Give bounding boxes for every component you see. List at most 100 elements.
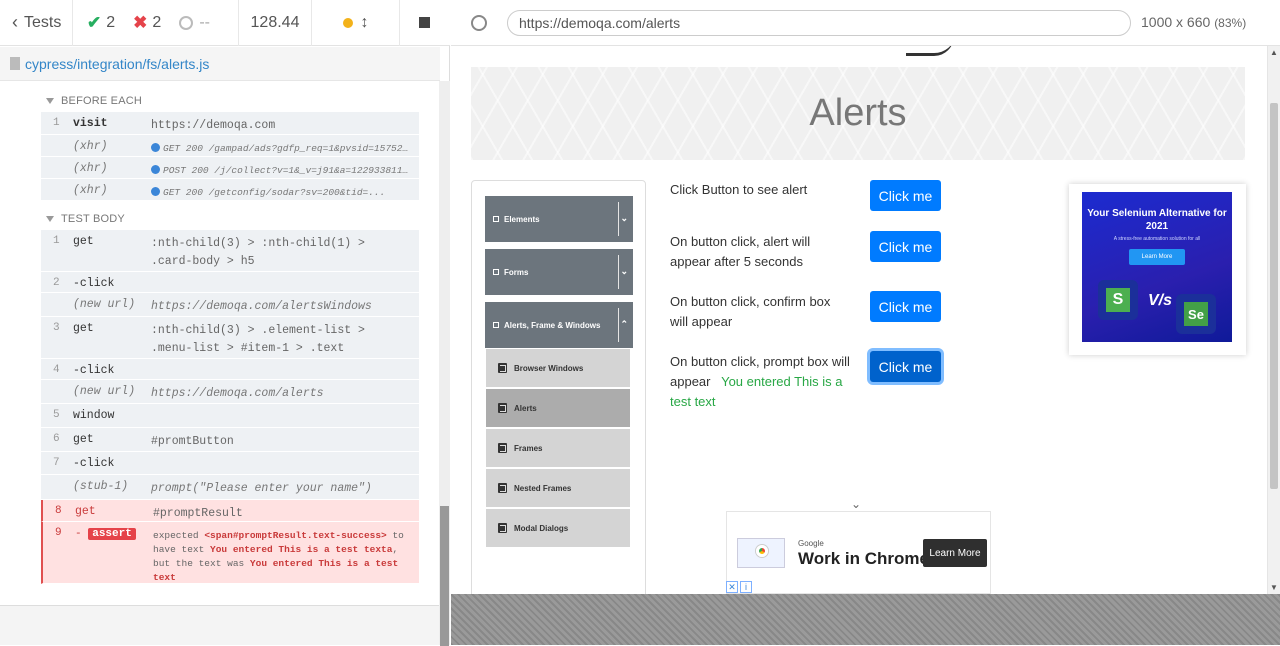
command-message: :nth-child(3) > .element-list > .menu-li…	[151, 324, 365, 355]
ad-learn-more[interactable]: Learn More	[1129, 249, 1185, 265]
command-name: -click	[73, 364, 115, 377]
command-row[interactable]: (stub-1) prompt("Please enter your name"…	[41, 475, 419, 500]
command-row[interactable]: 7 -click	[41, 452, 419, 475]
html5-icon	[498, 403, 507, 413]
html5-icon	[498, 363, 507, 373]
assert-row-failed[interactable]: 9 - assert expected <span#promptResult.t…	[41, 522, 419, 584]
scrollbar-thumb[interactable]	[1270, 103, 1278, 489]
spec-path-link[interactable]: cypress/integration/fs/alerts.js	[0, 47, 440, 81]
prompt-button[interactable]: Click me	[870, 351, 941, 382]
command-number	[53, 179, 73, 200]
command-name: get	[73, 235, 94, 248]
before-each-header[interactable]: BEFORE EACH	[0, 90, 440, 112]
group-label: Elements	[504, 214, 540, 224]
command-message: https://demoqa.com/alerts	[151, 387, 324, 400]
timer-alert-label: On button click, alert will appear after…	[670, 234, 811, 269]
viewport-size: 1000 x 660	[1141, 14, 1211, 30]
aut-header: https://demoqa.com/alerts 1000 x 660 (83…	[451, 0, 1280, 46]
section-title: BEFORE EACH	[61, 95, 143, 107]
alert-button[interactable]: Click me	[870, 180, 941, 211]
stats: ✔ 2 ✖ 2 --	[73, 0, 239, 46]
command-row[interactable]: (xhr) GET 200 /gampad/ads?gdfp_req=1&pvs…	[41, 135, 419, 157]
menu-item-frames[interactable]: Frames	[486, 429, 630, 467]
command-row[interactable]: 1 get :nth-child(3) > :nth-child(1) > .c…	[41, 230, 419, 272]
bottom-ad[interactable]: Google Work in Chrome Learn More	[726, 511, 991, 594]
close-icon[interactable]: ✕	[726, 581, 738, 593]
pending-icon	[179, 15, 194, 30]
ad-headline: Work in Chrome	[798, 549, 929, 568]
assert-dash: -	[75, 528, 82, 540]
info-icon[interactable]: i	[740, 581, 752, 593]
command-row[interactable]: (xhr) POST 200 /j/collect?v=1&_v=j91&a=1…	[41, 157, 419, 179]
assert-text: expected	[153, 530, 199, 541]
chevron-up-icon: ⌃	[620, 319, 628, 329]
tests-label: Tests	[24, 13, 62, 31]
reporter-footer	[0, 605, 440, 645]
x-icon: ✖	[133, 12, 148, 32]
page-banner: Alerts	[471, 67, 1245, 160]
side-ad[interactable]: Your Selenium Alternative for 2021 A str…	[1069, 184, 1246, 355]
sidebar: Elements ⌄ Forms ⌄ Alerts, Frame & Windows…	[471, 180, 646, 594]
timer-alert-button[interactable]: Click me	[870, 231, 941, 262]
spec-path: cypress/integration/fs/alerts.js	[25, 55, 210, 72]
scrollbar-thumb[interactable]	[440, 506, 449, 646]
command-number: 1	[53, 235, 60, 247]
command-row[interactable]: (new url) https://demoqa.com/alertsWindo…	[41, 293, 419, 317]
command-row[interactable]: 5 window	[41, 404, 419, 428]
caret-down-icon	[46, 216, 54, 222]
command-row-failed[interactable]: 8 get #promptResult	[41, 500, 419, 522]
html5-icon	[498, 523, 507, 533]
tests-back-button[interactable]: ‹ Tests	[0, 0, 73, 46]
command-row[interactable]: 4 -click	[41, 359, 419, 380]
selector-playground-icon[interactable]	[471, 15, 487, 31]
chevron-down-icon: ⌄	[851, 497, 862, 511]
group-elements[interactable]: Elements ⌄	[485, 196, 633, 242]
command-row[interactable]: 6 get #promtButton	[41, 428, 419, 452]
assert-badge: assert	[88, 528, 136, 540]
command-row[interactable]: 3 get :nth-child(3) > .element-list > .m…	[41, 317, 419, 359]
confirm-button[interactable]: Click me	[870, 291, 941, 322]
group-forms[interactable]: Forms ⌄	[485, 249, 633, 295]
autoscroll-toggle[interactable]: ↕	[312, 0, 400, 46]
scroll-down-icon[interactable]: ▼	[1270, 583, 1278, 592]
command-row[interactable]: (xhr) GET 200 /getconfig/sodar?sv=200&ti…	[41, 179, 419, 201]
test-body-header[interactable]: TEST BODY	[0, 208, 440, 230]
command-name: -click	[73, 457, 115, 470]
command-message: GET 200 /gampad/ads?gdfp_req=1&pvsid=157…	[151, 135, 419, 156]
command-number: 8	[55, 505, 62, 517]
command-number: 5	[53, 409, 60, 421]
menu-item-alerts[interactable]: Alerts	[486, 389, 630, 427]
katalon-logo-icon: S	[1098, 280, 1138, 320]
command-row[interactable]: 1 visit https://demoqa.com	[41, 112, 419, 135]
pending-count: --	[199, 13, 210, 31]
menu-item-browser-windows[interactable]: Browser Windows	[486, 349, 630, 387]
menu-item-nested-frames[interactable]: Nested Frames	[486, 469, 630, 507]
stop-button[interactable]	[400, 0, 448, 46]
html5-icon	[498, 443, 507, 453]
app-iframe: Alerts Elements ⌄ Forms ⌄ Alerts, Frame & …	[451, 46, 1280, 594]
command-message	[151, 452, 419, 474]
menu-item-modal-dialogs[interactable]: Modal Dialogs	[486, 509, 630, 547]
scroll-up-icon[interactable]: ▲	[1270, 48, 1278, 57]
ad-learn-more-button[interactable]: Learn More	[923, 539, 987, 567]
command-number	[53, 135, 73, 156]
reporter-scrollbar[interactable]	[439, 81, 450, 646]
chevron-left-icon: ‹	[12, 12, 18, 32]
command-message: POST 200 /j/collect?v=1&_v=j91&a=1229338…	[151, 157, 419, 178]
command-name: get	[73, 322, 94, 335]
viewport-backdrop	[451, 594, 1280, 645]
command-message: #promtButton	[151, 435, 234, 448]
command-number: 2	[53, 277, 60, 289]
command-row[interactable]: 2 -click	[41, 272, 419, 293]
url-field[interactable]: https://demoqa.com/alerts	[507, 10, 1131, 36]
group-alerts-frame-windows[interactable]: Alerts, Frame & Windows ⌃	[485, 302, 633, 348]
command-name: visit	[73, 117, 108, 130]
confirm-label: On button click, confirm box will appear	[670, 294, 831, 329]
ad-image[interactable]: Your Selenium Alternative for 2021 A str…	[1082, 192, 1232, 342]
ad-choices[interactable]: ✕ i	[726, 581, 752, 593]
command-row[interactable]: (new url) https://demoqa.com/alerts	[41, 380, 419, 404]
chevron-down-icon: ⌄	[620, 266, 628, 276]
aut-scrollbar[interactable]: ▲ ▼	[1267, 46, 1280, 594]
ad-title: Your Selenium Alternative for 2021	[1087, 208, 1227, 232]
group-separator	[618, 308, 619, 342]
